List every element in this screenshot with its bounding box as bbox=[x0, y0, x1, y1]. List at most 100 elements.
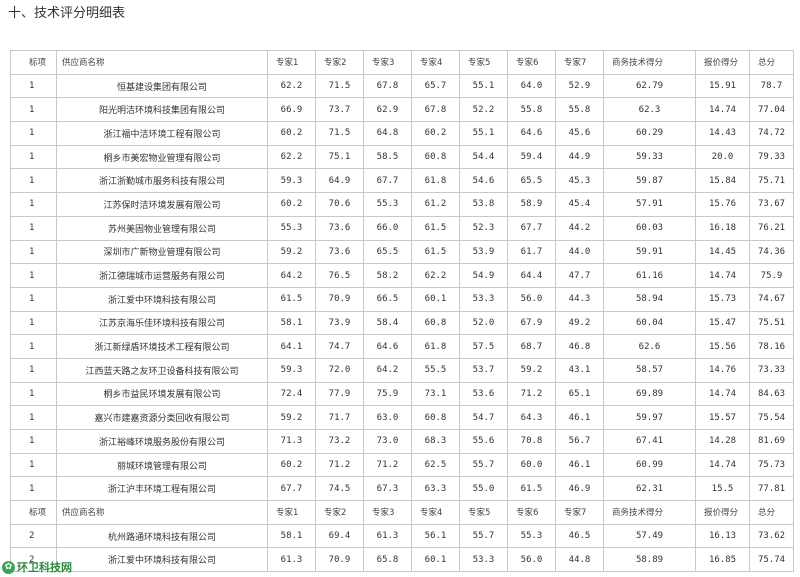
table-cell: 70.6 bbox=[315, 192, 364, 217]
table-cell: 1 bbox=[10, 405, 57, 430]
table-cell: 75.71 bbox=[749, 168, 794, 194]
table-cell: 45.6 bbox=[555, 121, 604, 146]
table-cell: 60.2 bbox=[267, 192, 316, 217]
table-cell: 58.1 bbox=[267, 310, 316, 336]
table-cell: 61.2 bbox=[411, 192, 460, 217]
table-cell: 46.1 bbox=[555, 452, 604, 478]
table-cell: 1 bbox=[10, 239, 57, 265]
table-cell: 61.5 bbox=[411, 239, 460, 265]
site-watermark: ✿ 环卫科技网 bbox=[2, 559, 72, 575]
leaf-logo-icon: ✿ bbox=[2, 560, 15, 574]
supplier-name-cell: 杭州路通环境科技有限公司 bbox=[56, 523, 268, 549]
table-cell: 1 bbox=[10, 429, 57, 454]
supplier-name-cell: 丽城环境管理有限公司 bbox=[56, 452, 268, 478]
table-row: 1 嘉兴市建嘉资源分类回收有限公司 59.2 71.7 63.0 60.8 54.7 64.3… bbox=[10, 405, 794, 430]
table-cell: 53.8 bbox=[459, 192, 508, 217]
table-cell: 62.5 bbox=[411, 452, 460, 478]
table-cell: 55.1 bbox=[459, 73, 508, 99]
table-cell: 58.89 bbox=[603, 547, 696, 573]
table-cell: 75.51 bbox=[749, 310, 794, 336]
table-cell: 44.3 bbox=[555, 286, 604, 312]
table-cell: 60.2 bbox=[267, 452, 316, 478]
table-cell: 75.74 bbox=[749, 547, 794, 573]
table-cell: 59.3 bbox=[267, 168, 316, 194]
table-cell: 57.91 bbox=[603, 192, 696, 217]
table-cell: 15.84 bbox=[695, 168, 750, 194]
table-cell: 71.2 bbox=[507, 381, 556, 407]
table-row: 1 深圳市广新物业管理有限公司 59.2 73.6 65.5 61.5 53.9 61.7 44… bbox=[10, 239, 794, 265]
header-cell: 专家7 bbox=[555, 50, 604, 75]
table-cell: 60.1 bbox=[411, 547, 460, 573]
table-row: 1 浙江新绿盾环境技术工程有限公司 64.1 74.7 64.6 61.8 57.5 68.7… bbox=[10, 334, 794, 359]
table-cell: 81.69 bbox=[749, 429, 794, 454]
table-cell: 76.5 bbox=[315, 263, 364, 288]
table-cell: 52.3 bbox=[459, 215, 508, 241]
table-cell: 74.5 bbox=[315, 476, 364, 502]
supplier-name-cell: 阳光明洁环境科技集团有限公司 bbox=[56, 97, 268, 123]
table-cell: 73.7 bbox=[315, 97, 364, 123]
table-cell: 46.5 bbox=[555, 523, 604, 549]
table-cell: 77.81 bbox=[749, 476, 794, 502]
table-cell: 44.2 bbox=[555, 215, 604, 241]
table-cell: 14.43 bbox=[695, 121, 750, 146]
table-cell: 78.7 bbox=[749, 73, 794, 99]
table-cell: 61.3 bbox=[267, 547, 316, 573]
table-cell: 71.7 bbox=[315, 405, 364, 430]
table-cell: 56.0 bbox=[507, 547, 556, 573]
table-row: 2 杭州路通环境科技有限公司 58.1 69.4 61.3 56.1 55.7 55.3 46.… bbox=[10, 523, 794, 549]
table-row: 1 丽城环境管理有限公司 60.2 71.2 71.2 62.5 55.7 60.0 46.1 6… bbox=[10, 452, 794, 478]
table-cell: 55.3 bbox=[507, 523, 556, 549]
supplier-name-cell: 苏州美固物业管理有限公司 bbox=[56, 215, 268, 241]
table-cell: 67.7 bbox=[507, 215, 556, 241]
table-cell: 60.99 bbox=[603, 452, 696, 478]
table-cell: 44.9 bbox=[555, 144, 604, 170]
table-cell: 14.74 bbox=[695, 452, 750, 478]
table-cell: 62.79 bbox=[603, 73, 696, 99]
table-cell: 58.94 bbox=[603, 286, 696, 312]
table-cell: 15.76 bbox=[695, 192, 750, 217]
table-cell: 67.8 bbox=[411, 97, 460, 123]
table-cell: 60.8 bbox=[411, 310, 460, 336]
table-cell: 73.9 bbox=[315, 310, 364, 336]
table-cell: 71.2 bbox=[363, 452, 412, 478]
table-cell: 64.6 bbox=[363, 334, 412, 359]
table-cell: 73.62 bbox=[749, 523, 794, 549]
table-cell: 2 bbox=[10, 523, 57, 549]
table-cell: 16.85 bbox=[695, 547, 750, 573]
table-cell: 20.0 bbox=[695, 144, 750, 170]
table-cell: 66.0 bbox=[363, 215, 412, 241]
table-cell: 77.04 bbox=[749, 97, 794, 123]
table-cell: 53.7 bbox=[459, 357, 508, 383]
table-cell: 65.1 bbox=[555, 381, 604, 407]
table-cell: 59.3 bbox=[267, 357, 316, 383]
table-cell: 55.6 bbox=[459, 429, 508, 454]
table-cell: 64.3 bbox=[507, 405, 556, 430]
table-cell: 55.0 bbox=[459, 476, 508, 502]
table-cell: 68.3 bbox=[411, 429, 460, 454]
table-cell: 44.0 bbox=[555, 239, 604, 265]
table-cell: 57.49 bbox=[603, 523, 696, 549]
table-cell: 76.21 bbox=[749, 215, 794, 241]
table-cell: 54.6 bbox=[459, 168, 508, 194]
table-cell: 60.2 bbox=[411, 121, 460, 146]
table-cell: 62.2 bbox=[267, 144, 316, 170]
table-cell: 15.57 bbox=[695, 405, 750, 430]
table-cell: 61.8 bbox=[411, 334, 460, 359]
table-cell: 59.2 bbox=[267, 239, 316, 265]
table-row: 2 浙江爱中环境科技有限公司 61.3 70.9 65.8 60.1 53.3 56.0 44.… bbox=[10, 547, 794, 573]
table-cell: 64.9 bbox=[315, 168, 364, 194]
table-cell: 58.57 bbox=[603, 357, 696, 383]
table-cell: 54.9 bbox=[459, 263, 508, 288]
header-cell: 报价得分 bbox=[695, 50, 750, 75]
table-cell: 45.3 bbox=[555, 168, 604, 194]
supplier-name-cell: 桐乡市美宏物业管理有限公司 bbox=[56, 144, 268, 170]
table-cell: 62.9 bbox=[363, 97, 412, 123]
table-row: 1 浙江福中洁环境工程有限公司 60.2 71.5 64.8 60.2 55.1 64.6 45… bbox=[10, 121, 794, 146]
table-cell: 57.5 bbox=[459, 334, 508, 359]
table-cell: 60.2 bbox=[267, 121, 316, 146]
header-cell: 标项 bbox=[10, 500, 57, 525]
table-cell: 1 bbox=[10, 121, 57, 146]
table-cell: 70.9 bbox=[315, 286, 364, 312]
table-cell: 75.54 bbox=[749, 405, 794, 430]
supplier-name-cell: 浙江爱中环境科技有限公司 bbox=[56, 547, 268, 573]
